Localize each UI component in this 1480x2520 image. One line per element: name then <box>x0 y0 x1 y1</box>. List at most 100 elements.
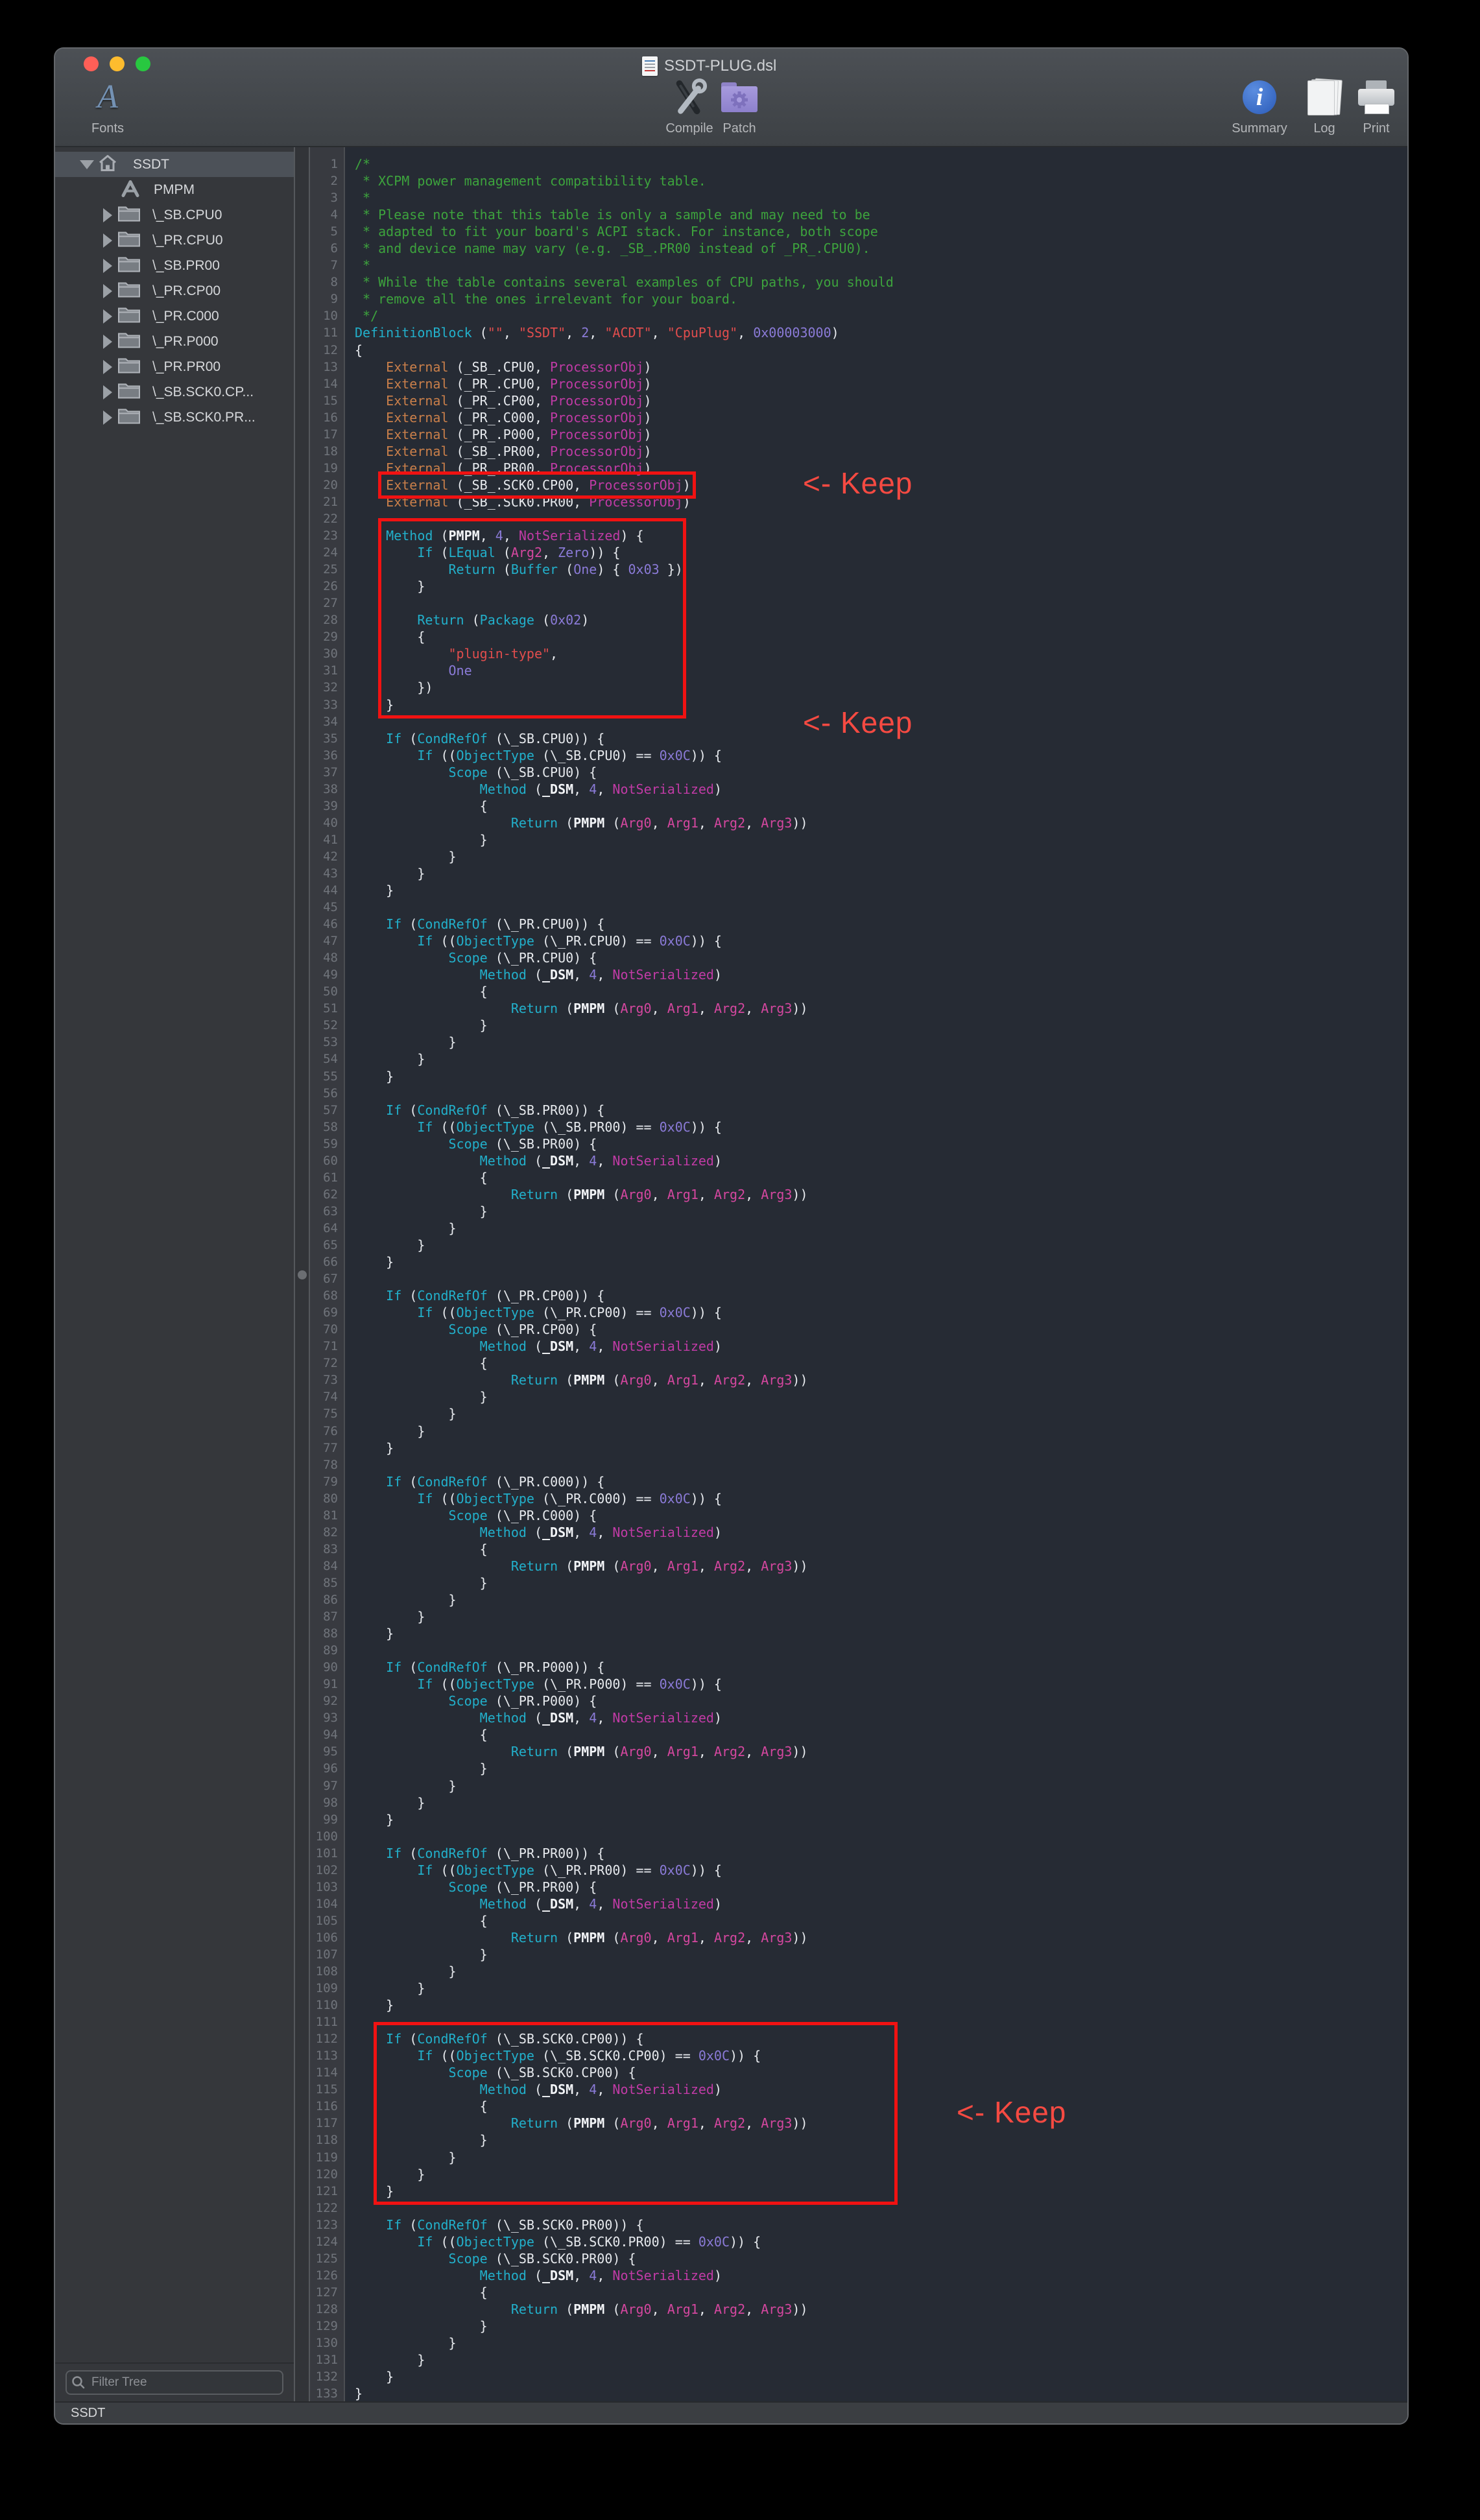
sidebar-item-prcp00[interactable]: \_PR.CP00 <box>55 278 294 303</box>
code-line[interactable]: */ <box>355 307 1407 324</box>
disclosure-closed-icon[interactable] <box>103 208 112 222</box>
code-line[interactable]: } <box>355 1794 1407 1811</box>
code-line[interactable]: If (CondRefOf (\_PR.P000)) { <box>355 1659 1407 1676</box>
code-line[interactable]: External (_PR_.C000, ProcessorObj) <box>355 409 1407 426</box>
code-line[interactable]: } <box>355 2318 1407 2335</box>
code-line[interactable]: If ((ObjectType (\_SB.PR00) == 0x0C)) { <box>355 1119 1407 1135</box>
code-line[interactable]: } <box>355 1997 1407 2014</box>
toolbar-item-log[interactable]: Log <box>1295 76 1354 136</box>
code-line[interactable]: } <box>355 1980 1407 1997</box>
code-line[interactable]: Return (PMPM (Arg0, Arg1, Arg2, Arg3)) <box>355 1558 1407 1575</box>
code-line[interactable]: } <box>355 1051 1407 1067</box>
sidebar-item-prc000[interactable]: \_PR.C000 <box>55 303 294 329</box>
code-line[interactable]: { <box>355 798 1407 814</box>
disclosure-closed-icon[interactable] <box>103 233 112 248</box>
code-line[interactable]: } <box>355 1220 1407 1237</box>
code-line[interactable]: Method (_DSM, 4, NotSerialized) <box>355 781 1407 798</box>
code-line[interactable]: * <box>355 189 1407 206</box>
code-line[interactable]: If ((ObjectType (\_SB.SCK0.PR00) == 0x0C… <box>355 2233 1407 2250</box>
code-line[interactable] <box>355 1270 1407 1287</box>
code-line[interactable]: { <box>355 1169 1407 1186</box>
code-line[interactable]: If (CondRefOf (\_PR.PR00)) { <box>355 1845 1407 1862</box>
disclosure-closed-icon[interactable] <box>103 385 112 399</box>
code-line[interactable]: Return (PMPM (Arg0, Arg1, Arg2, Arg3)) <box>355 1743 1407 1760</box>
code-line[interactable]: * While the table contains several examp… <box>355 274 1407 291</box>
code-line[interactable]: } <box>355 1760 1407 1777</box>
code-line[interactable]: * <box>355 257 1407 274</box>
code-line[interactable]: } <box>355 1254 1407 1270</box>
code-line[interactable]: { <box>355 2284 1407 2301</box>
code-line[interactable] <box>355 1642 1407 1659</box>
code-line[interactable]: } <box>355 1946 1407 1963</box>
code-line[interactable]: } <box>355 1777 1407 1794</box>
code-line[interactable]: If ((ObjectType (\_SB.CPU0) == 0x0C)) { <box>355 747 1407 764</box>
code-line[interactable]: Scope (\_SB.PR00) { <box>355 1135 1407 1152</box>
code-line[interactable]: } <box>355 1017 1407 1034</box>
disclosure-closed-icon[interactable] <box>103 360 112 374</box>
sidebar-item-prpr00[interactable]: \_PR.PR00 <box>55 354 294 379</box>
code-line[interactable]: } <box>355 1608 1407 1625</box>
toolbar-item-print[interactable]: Print <box>1347 76 1405 136</box>
code-line[interactable]: { <box>355 1726 1407 1743</box>
code-line[interactable]: /* <box>355 156 1407 172</box>
sidebar-item-sbsck0cp[interactable]: \_SB.SCK0.CP... <box>55 379 294 405</box>
code-line[interactable]: Return (PMPM (Arg0, Arg1, Arg2, Arg3)) <box>355 1186 1407 1203</box>
filter-tree-input[interactable] <box>66 2370 283 2395</box>
sidebar-item-ssdt[interactable]: SSDT <box>55 152 294 177</box>
sidebar-item-sbcpu0[interactable]: \_SB.CPU0 <box>55 202 294 228</box>
code-line[interactable]: * remove all the ones irrelevant for you… <box>355 291 1407 307</box>
code-line[interactable]: } <box>355 1811 1407 1828</box>
code-line[interactable]: } <box>355 865 1407 882</box>
toolbar-item-fonts[interactable]: A Fonts <box>72 76 143 136</box>
code-line[interactable]: If (CondRefOf (\_PR.C000)) { <box>355 1473 1407 1490</box>
close-button[interactable] <box>84 56 99 71</box>
code-line[interactable]: { <box>355 1541 1407 1558</box>
sidebar-item-pmpm[interactable]: PMPM <box>55 177 294 202</box>
code-line[interactable]: Scope (\_PR.PR00) { <box>355 1879 1407 1896</box>
minimize-button[interactable] <box>110 56 125 71</box>
code-line[interactable]: } <box>355 1237 1407 1254</box>
code-line[interactable]: } <box>355 1591 1407 1608</box>
code-line[interactable]: If ((ObjectType (\_PR.C000) == 0x0C)) { <box>355 1490 1407 1507</box>
code-line[interactable]: } <box>355 1388 1407 1405</box>
code-line[interactable]: Scope (\_PR.C000) { <box>355 1507 1407 1524</box>
code-line[interactable]: Method (_DSM, 4, NotSerialized) <box>355 2267 1407 2284</box>
code-line[interactable]: } <box>355 2385 1407 2401</box>
code-line[interactable]: Scope (\_SB.SCK0.PR00) { <box>355 2250 1407 2267</box>
zoom-button[interactable] <box>136 56 150 71</box>
code-line[interactable]: } <box>355 848 1407 865</box>
code-line[interactable]: } <box>355 1575 1407 1591</box>
code-line[interactable]: Return (PMPM (Arg0, Arg1, Arg2, Arg3)) <box>355 2301 1407 2318</box>
code-line[interactable]: } <box>355 1963 1407 1980</box>
code-line[interactable]: External (_SB_.PR00, ProcessorObj) <box>355 443 1407 460</box>
code-line[interactable] <box>355 899 1407 916</box>
code-line[interactable]: } <box>355 1068 1407 1085</box>
code-line[interactable]: External (_PR_.CP00, ProcessorObj) <box>355 392 1407 409</box>
sidebar-item-prcpu0[interactable]: \_PR.CPU0 <box>55 228 294 253</box>
sidebar-item-prp000[interactable]: \_PR.P000 <box>55 329 294 354</box>
code-line[interactable] <box>355 1828 1407 1845</box>
code-line[interactable] <box>355 1085 1407 1102</box>
code-line[interactable]: If (CondRefOf (\_SB.SCK0.PR00)) { <box>355 2217 1407 2233</box>
code-line[interactable]: } <box>355 2335 1407 2351</box>
code-line[interactable]: If ((ObjectType (\_PR.P000) == 0x0C)) { <box>355 1676 1407 1693</box>
code-line[interactable]: Method (_DSM, 4, NotSerialized) <box>355 1896 1407 1912</box>
code-line[interactable]: { <box>355 1355 1407 1372</box>
code-line[interactable]: } <box>355 1203 1407 1220</box>
code-line[interactable]: If ((ObjectType (\_PR.CP00) == 0x0C)) { <box>355 1304 1407 1321</box>
code-line[interactable]: Scope (\_SB.CPU0) { <box>355 764 1407 781</box>
code-line[interactable]: Return (PMPM (Arg0, Arg1, Arg2, Arg3)) <box>355 1000 1407 1017</box>
disclosure-closed-icon[interactable] <box>103 284 112 298</box>
code-line[interactable]: Method (_DSM, 4, NotSerialized) <box>355 1524 1407 1541</box>
toolbar-item-summary[interactable]: i Summary <box>1221 76 1298 136</box>
code-line[interactable]: } <box>355 831 1407 848</box>
code-line[interactable]: Return (PMPM (Arg0, Arg1, Arg2, Arg3)) <box>355 1372 1407 1388</box>
code-line[interactable]: Scope (\_PR.CP00) { <box>355 1321 1407 1338</box>
code-line[interactable]: If (CondRefOf (\_PR.CP00)) { <box>355 1287 1407 1304</box>
sidebar-item-sbpr00[interactable]: \_SB.PR00 <box>55 253 294 278</box>
disclosure-closed-icon[interactable] <box>103 335 112 349</box>
code-line[interactable]: { <box>355 983 1407 1000</box>
code-line[interactable]: } <box>355 882 1407 899</box>
code-line[interactable]: Method (_DSM, 4, NotSerialized) <box>355 1152 1407 1169</box>
code-line[interactable]: External (_PR_.CPU0, ProcessorObj) <box>355 375 1407 392</box>
